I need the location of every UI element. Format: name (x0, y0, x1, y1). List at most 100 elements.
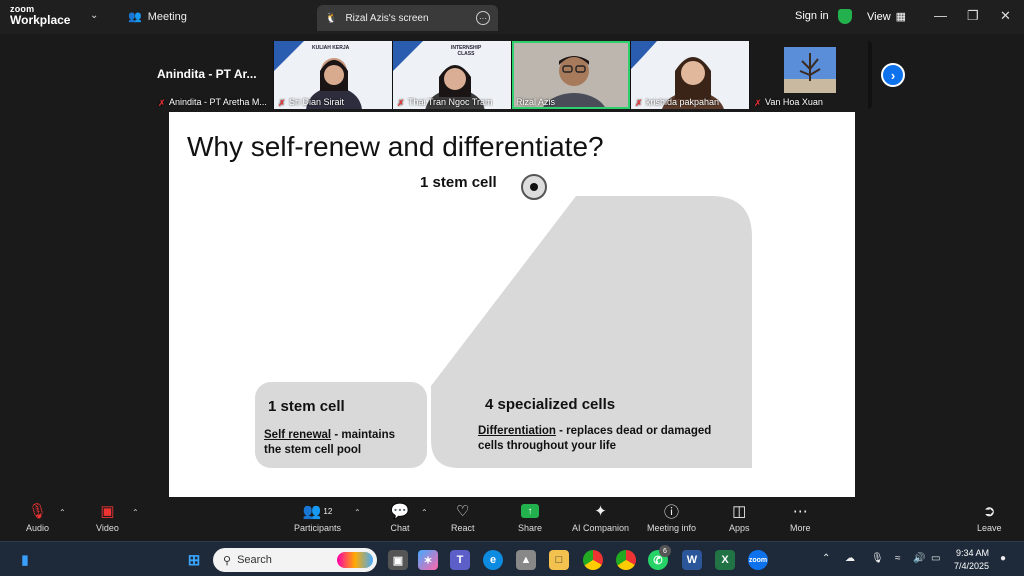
view-button[interactable]: View ▦ (867, 10, 907, 24)
title-bar: zoom Workplace ⌄ 👥 Meeting 🐧 Rizal Azis'… (0, 0, 1024, 34)
chevron-down-icon[interactable]: ⌄ (90, 10, 98, 21)
search-highlight-icon (337, 552, 373, 568)
share-screen-icon: ↑ (521, 504, 540, 518)
chevron-right-icon: › (890, 67, 896, 83)
participant-slide-text: KULIAH KERJA (312, 45, 350, 51)
info-icon: ⓘ (664, 503, 680, 521)
windows-taskbar: ▮ ⊞ ⚲ Search ▣ ✶ T e ▲ □ ✆ 6 W X zoom ⌃ … (0, 541, 1024, 576)
participant-name-label: ✗ Thai Tran Ngoc Tram (397, 97, 493, 107)
minimize-icon[interactable]: — (934, 8, 947, 23)
ai-companion-button[interactable]: ✦ AI Companion (572, 502, 629, 533)
encryption-shield-icon[interactable] (838, 9, 852, 24)
participant-tile[interactable]: Anindita - PT Ar... ✗ Anindita - PT Areth… (154, 41, 273, 109)
notification-bell-icon[interactable]: ● (1000, 553, 1006, 564)
volume-icon[interactable]: 🔊 (913, 553, 925, 564)
file-explorer-widget-icon[interactable]: ▣ (388, 550, 408, 570)
participant-name-label: ✗ krishida pakpahan (635, 97, 720, 108)
participant-video-strip: Anindita - PT Ar... ✗ Anindita - PT Areth… (154, 41, 872, 109)
people-icon: 👥 (128, 11, 142, 23)
leave-button[interactable]: ➲ Leave (977, 502, 1002, 533)
apps-button[interactable]: ◫ Apps (729, 502, 750, 533)
shared-slide: Why self-renew and differentiate? 1 stem… (169, 112, 855, 497)
participant-slide-text: INTERNSHIP CLASS (451, 45, 482, 57)
sparkle-icon: ✦ (594, 503, 607, 520)
meeting-info-button[interactable]: ⓘ Meeting info (647, 502, 696, 534)
tray-app-icon[interactable]: ☁ (845, 553, 855, 564)
app-icon[interactable]: ▲ (516, 550, 536, 570)
participant-tile[interactable]: ✗ Van Hoa Xuan (750, 41, 868, 109)
teams-icon[interactable]: T (450, 550, 470, 570)
share-button[interactable]: ↑ Share (518, 502, 542, 533)
slide-title: Why self-renew and differentiate? (187, 131, 604, 162)
chrome-icon[interactable] (616, 550, 636, 570)
mic-muted-icon: ✗ (754, 97, 762, 108)
participant-tile[interactable]: INTERNSHIP CLASS ✗ Thai Tran Ngoc Tram (393, 41, 511, 109)
restore-icon[interactable]: ❐ (967, 8, 979, 24)
stem-cell-icon (521, 174, 547, 200)
participant-tile[interactable]: KULIAH KERJA ✗ Sri Dian Sirait (274, 41, 392, 109)
grid-view-icon: ▦ (895, 11, 907, 23)
sign-in-button[interactable]: Sign in (795, 10, 829, 22)
mic-muted-icon: ✗ (158, 97, 166, 108)
video-off-icon: ▣ (100, 503, 115, 520)
screen-tab-label: Rizal Azis's screen (345, 12, 429, 24)
next-participants-button[interactable]: › (881, 63, 905, 87)
right-box-heading: 4 specialized cells (485, 396, 616, 413)
chat-options-caret[interactable]: ⌃ (421, 508, 428, 517)
meeting-label: Meeting (147, 10, 187, 23)
left-box-heading: 1 stem cell (268, 398, 345, 415)
clock-time: 9:34 AM (956, 548, 990, 558)
taskbar-clock[interactable]: 9:34 AM 7/4/2025 (954, 547, 989, 573)
clock-date: 7/4/2025 (954, 561, 990, 571)
edge-icon[interactable]: e (483, 550, 503, 570)
mic-muted-icon: 🎙 (27, 503, 48, 520)
participants-icon: 👥 12 (302, 503, 333, 520)
meeting-button[interactable]: 👥 Meeting (128, 10, 187, 24)
task-view-icon[interactable]: ▮ (15, 550, 35, 570)
heart-icon: ♡ (456, 503, 470, 520)
taskbar-search-input[interactable]: ⚲ Search (213, 548, 377, 572)
participant-big-name: Anindita - PT Ar... (157, 67, 257, 81)
windows-start-icon[interactable]: ⊞ (184, 550, 204, 570)
chat-icon: 💬 (390, 503, 410, 520)
left-box-description: Self renewal - maintains the stem cell p… (264, 429, 396, 456)
file-explorer-icon[interactable]: □ (549, 550, 569, 570)
participant-tile-active-speaker[interactable]: Rizal Azis (512, 41, 630, 109)
apps-icon: ◫ (732, 503, 747, 520)
shared-screen-tab[interactable]: 🐧 Rizal Azis's screen ··· (317, 5, 498, 31)
top-stem-cell-label: 1 stem cell (420, 174, 497, 191)
close-icon[interactable]: ✕ (1000, 8, 1011, 24)
participants-button[interactable]: 👥 12 Participants (294, 502, 341, 533)
word-icon[interactable]: W (682, 550, 702, 570)
audio-options-caret[interactable]: ⌃ (59, 508, 66, 517)
participant-name-label: ✗ Sri Dian Sirait (278, 97, 345, 108)
mic-muted-icon: ✗ (278, 97, 286, 108)
audio-button[interactable]: 🎙 Audio (26, 502, 49, 533)
video-button[interactable]: ▣ Video (96, 502, 119, 533)
mic-muted-icon: ✗ (635, 97, 643, 108)
leave-icon: ➲ (982, 503, 996, 520)
participant-name-label: ✗ Van Hoa Xuan (754, 97, 823, 107)
differentiation-term: Differentiation (478, 425, 556, 437)
zoom-taskbar-icon[interactable]: zoom (748, 550, 768, 570)
participants-options-caret[interactable]: ⌃ (354, 508, 361, 517)
excel-icon[interactable]: X (715, 550, 735, 570)
right-box-description: Differentiation - replaces dead or damag… (478, 425, 712, 452)
whatsapp-badge: 6 (659, 545, 671, 557)
microphone-icon[interactable]: 🎙 (871, 553, 884, 564)
chevron-up-icon[interactable]: ⌃ (822, 553, 830, 564)
zoom-logo[interactable]: zoom Workplace (10, 5, 70, 27)
participant-tile[interactable]: ✗ krishida pakpahan (631, 41, 749, 109)
chrome-icon[interactable] (583, 550, 603, 570)
react-button[interactable]: ♡ React (451, 502, 475, 533)
presenter-avatar-icon: 🐧 (325, 12, 338, 24)
chat-button[interactable]: 💬 Chat (390, 502, 410, 533)
more-button[interactable]: ⋯ More (790, 502, 811, 533)
self-renewal-term: Self renewal (264, 429, 332, 441)
video-options-caret[interactable]: ⌃ (132, 508, 139, 517)
wifi-icon[interactable]: ≈ (895, 553, 901, 564)
more-options-icon[interactable]: ··· (476, 11, 490, 25)
copilot-icon[interactable]: ✶ (418, 550, 438, 570)
view-label: View (867, 10, 891, 23)
battery-icon[interactable]: ▭ (931, 553, 940, 564)
